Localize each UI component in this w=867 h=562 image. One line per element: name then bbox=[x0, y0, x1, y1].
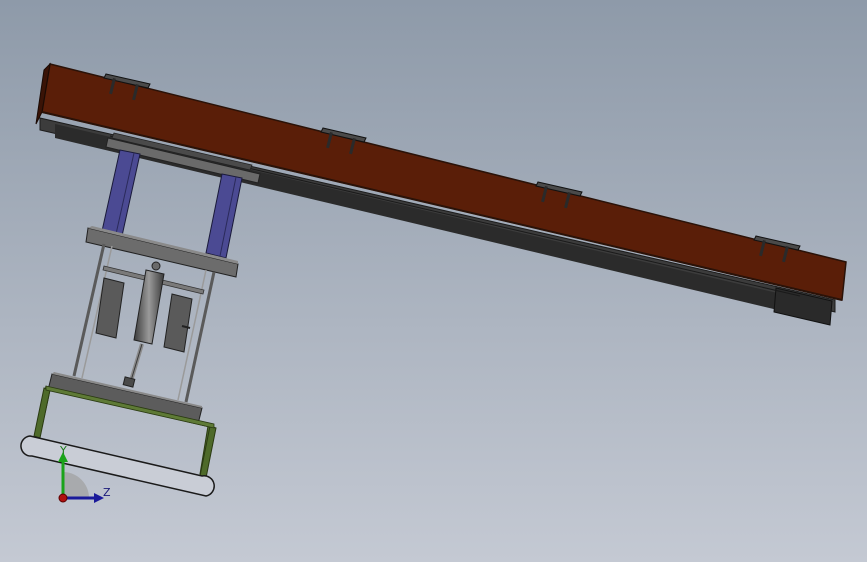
cylinder-top-fitting bbox=[151, 261, 161, 271]
triad-origin bbox=[58, 493, 68, 503]
cylinder-rod-end bbox=[122, 376, 136, 388]
triad-z-label: Z bbox=[103, 486, 111, 499]
triad-y-label: Y bbox=[59, 444, 67, 457]
cad-viewport[interactable]: Y Z bbox=[0, 0, 867, 562]
model-canvas[interactable]: Y Z bbox=[0, 0, 867, 562]
